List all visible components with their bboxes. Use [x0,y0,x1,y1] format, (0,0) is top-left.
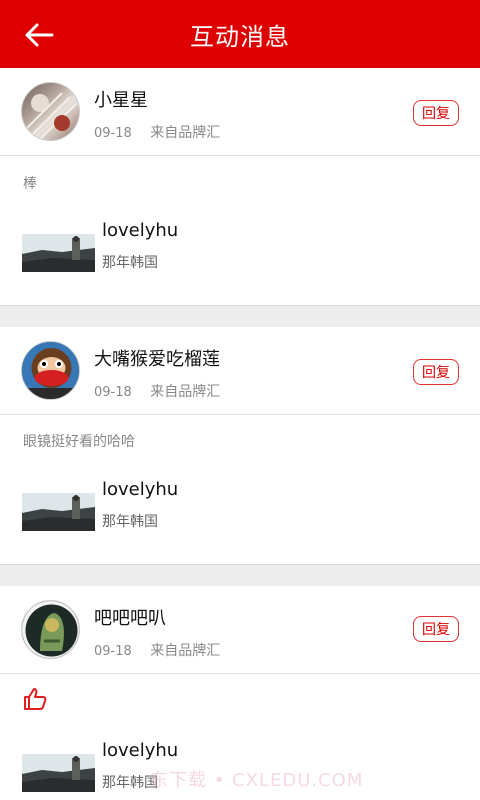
referenced-post[interactable]: lovelyhu 那年韩国 [22,479,462,539]
message-meta: 09-18 来自品牌汇 [94,122,220,142]
post-title: lovelyhu [102,220,179,241]
message-source: 来自品牌汇 [150,384,221,400]
watermark: 东下载 • CXLEDU.COM [150,770,364,791]
avatar[interactable] [21,82,80,141]
comment-text: 眼镜挺好看的哈哈 [23,434,135,450]
post-thumbnail [22,234,95,272]
post-thumbnail [22,493,95,531]
message-header: 吧吧吧叭 09-18 来自品牌汇 回复 [0,586,480,674]
back-button[interactable] [22,20,56,50]
reply-button[interactable]: 回复 [413,359,459,385]
post-title: lovelyhu [102,740,179,761]
comment-text: 棒 [23,176,37,192]
post-thumbnail [22,754,95,792]
message-card: 大嘴猴爱吃榴莲 09-18 来自品牌汇 回复 眼镜挺好看的哈哈 lovelyhu… [0,327,480,564]
separator [0,305,480,327]
avatar[interactable] [21,600,80,659]
referenced-post[interactable]: lovelyhu 那年韩国 [22,220,462,280]
post-title: lovelyhu [102,479,179,500]
message-header: 小星星 09-18 来自品牌汇 回复 [0,68,480,156]
username[interactable]: 小星星 [94,86,148,112]
message-meta: 09-18 来自品牌汇 [94,640,220,660]
top-bar: 互动消息 [0,0,480,68]
arrow-left-icon [25,23,54,47]
page-title: 互动消息 [190,22,290,51]
post-subtitle: 那年韩国 [102,255,158,271]
message-date: 09-18 [94,385,132,400]
reply-button[interactable]: 回复 [413,100,459,126]
separator [0,564,480,586]
message-header: 大嘴猴爱吃榴莲 09-18 来自品牌汇 回复 [0,327,480,415]
post-subtitle: 那年韩国 [102,514,158,530]
message-source: 来自品牌汇 [150,643,221,659]
message-date: 09-18 [94,644,132,659]
message-date: 09-18 [94,126,132,141]
thumbs-up-icon [22,686,48,712]
avatar[interactable] [21,341,80,400]
reply-button[interactable]: 回复 [413,616,459,642]
message-card: 小星星 09-18 来自品牌汇 回复 棒 lovelyhu 那年韩国 [0,68,480,305]
username[interactable]: 大嘴猴爱吃榴莲 [94,345,220,371]
message-source: 来自品牌汇 [150,125,221,141]
username[interactable]: 吧吧吧叭 [94,604,166,630]
message-meta: 09-18 来自品牌汇 [94,381,220,401]
